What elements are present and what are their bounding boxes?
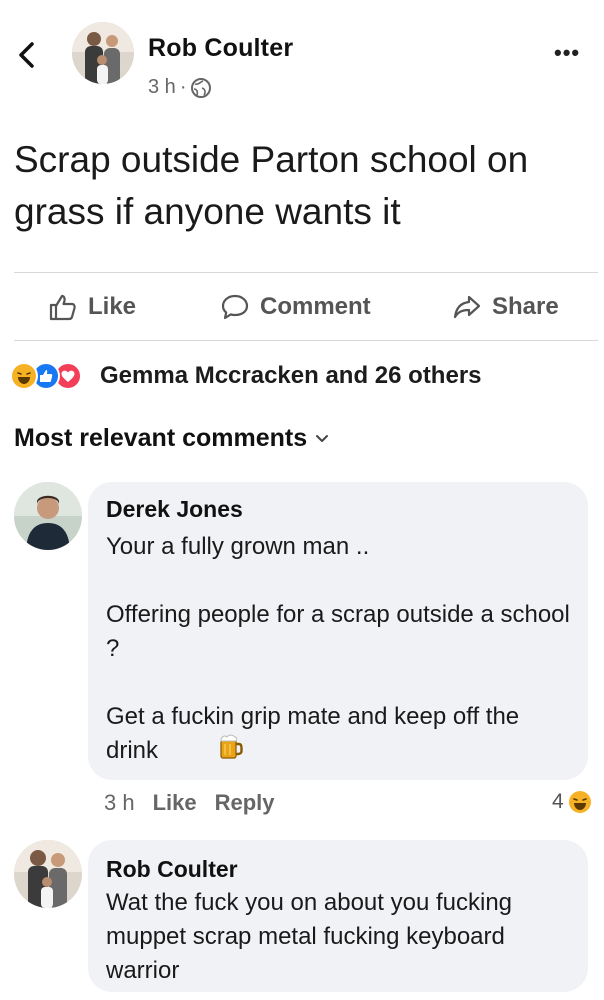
post-author-name[interactable]: Rob Coulter [148, 34, 293, 63]
comment-author-name[interactable]: Derek Jones [106, 496, 243, 523]
beer-mug-emoji [218, 732, 244, 765]
like-button[interactable]: Like [48, 290, 136, 324]
commenter-avatar[interactable] [14, 482, 82, 550]
reactions-summary[interactable]: Gemma Mccracken and 26 others [100, 362, 482, 390]
globe-icon [191, 77, 212, 98]
comment-reply-button[interactable]: Reply [215, 790, 275, 816]
comment-sort-dropdown[interactable]: Most relevant comments [14, 424, 329, 453]
author-avatar[interactable] [72, 22, 134, 84]
comment-bubble[interactable]: Derek Jones Your a fully grown man .. Of… [88, 482, 588, 780]
back-button[interactable] [14, 38, 40, 72]
divider [14, 272, 598, 273]
haha-reaction-icon [10, 362, 38, 390]
comment-text: Your a fully grown man .. Offering peopl… [106, 533, 570, 764]
comment-button[interactable]: Comment [220, 290, 371, 324]
sort-label: Most relevant comments [14, 424, 308, 452]
post-time[interactable]: 3 h [148, 76, 176, 99]
post-meta: 3 h · [148, 76, 212, 99]
share-label: Share [492, 293, 559, 320]
meta-separator: · [179, 76, 187, 98]
thumbs-up-icon [49, 294, 76, 321]
commenter-avatar[interactable] [14, 840, 82, 908]
share-arrow-icon [453, 295, 481, 319]
post-text: Scrap outside Parton school on grass if … [14, 139, 529, 232]
divider [14, 340, 598, 341]
comment-time[interactable]: 3 h [104, 790, 135, 816]
chevron-left-icon [19, 42, 34, 68]
comment-author-name[interactable]: Rob Coulter [106, 856, 238, 883]
chevron-down-icon [316, 434, 329, 442]
like-label: Like [88, 293, 137, 320]
haha-reaction-icon [568, 791, 591, 813]
reaction-icons[interactable] [10, 362, 82, 390]
share-button[interactable]: Share [452, 290, 559, 324]
more-options-button[interactable]: ••• [554, 40, 580, 66]
comment-actions: 3 h Like Reply [104, 790, 275, 816]
comment-like-button[interactable]: Like [153, 790, 197, 816]
speech-bubble-icon [221, 294, 249, 320]
comment-bubble[interactable]: Rob Coulter Wat the fuck you on about yo… [88, 840, 588, 992]
comment-text: Wat the fuck you on about you fucking mu… [106, 889, 513, 984]
comment-reaction-count[interactable]: 4 [552, 790, 592, 814]
comment-label: Comment [260, 293, 371, 320]
reaction-count: 4 [552, 790, 564, 813]
